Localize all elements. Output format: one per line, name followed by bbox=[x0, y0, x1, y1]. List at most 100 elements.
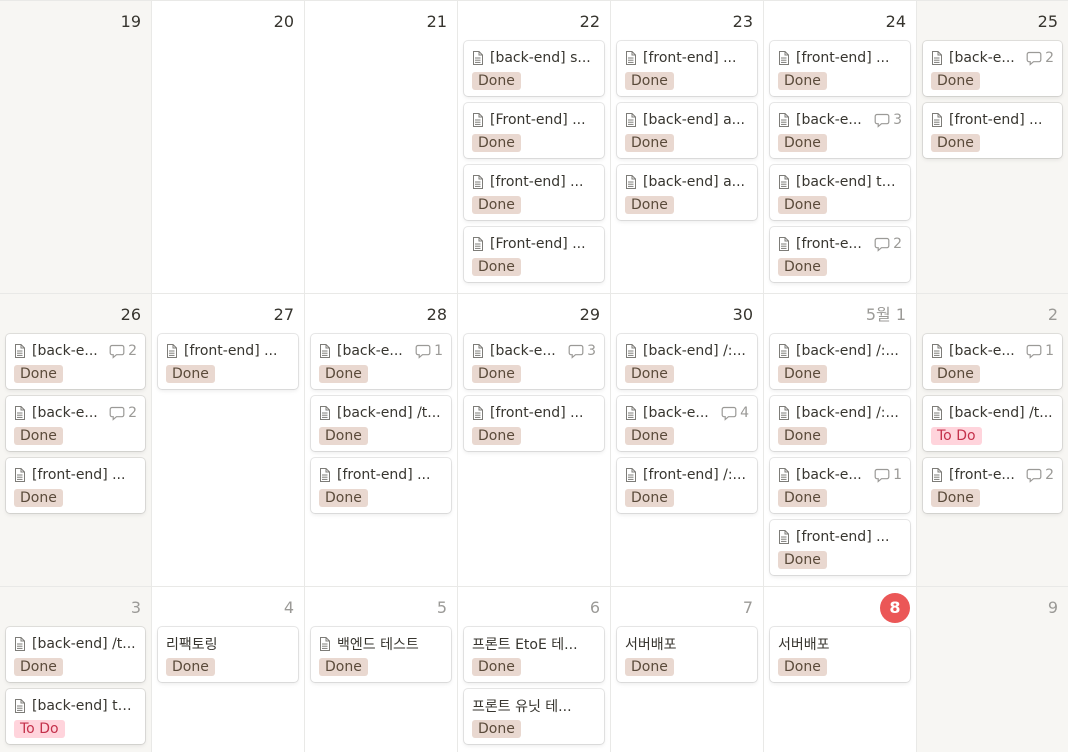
status-tag: Done bbox=[472, 658, 521, 676]
status-tag: Done bbox=[931, 72, 980, 90]
document-icon bbox=[778, 406, 789, 420]
task-card[interactable]: 프론트 EtoE 테... Done bbox=[464, 627, 604, 682]
task-card[interactable]: [front-end] ... Done bbox=[158, 334, 298, 389]
task-card[interactable]: [back-end] /t... Done bbox=[6, 627, 145, 682]
calendar-day-cell[interactable]: 28 [back-e... 1 Done [back-end] /t... Done [fr… bbox=[305, 294, 458, 587]
task-card[interactable]: [back-end] /:... Done bbox=[770, 334, 910, 389]
task-card[interactable]: [back-end] a... Done bbox=[617, 103, 757, 158]
task-title: [front-end] ... bbox=[643, 50, 737, 66]
task-card[interactable]: 서버배포 Done bbox=[617, 627, 757, 682]
task-card[interactable]: 서버배포 Done bbox=[770, 627, 910, 682]
task-card[interactable]: [back-end] s... Done bbox=[464, 41, 604, 96]
task-title: [back-e... bbox=[337, 343, 403, 359]
task-card[interactable]: 리팩토링 Done bbox=[158, 627, 298, 682]
document-icon bbox=[14, 699, 25, 713]
day-number: 28 bbox=[426, 305, 447, 324]
task-card[interactable]: [front-e... 2 Done bbox=[923, 458, 1062, 513]
task-card[interactable]: [back-e... 1 Done bbox=[311, 334, 451, 389]
task-card[interactable]: [front-end] ... Done bbox=[311, 458, 451, 513]
task-card[interactable]: [front-end] ... Done bbox=[770, 520, 910, 575]
calendar-day-cell[interactable]: 20 bbox=[152, 1, 305, 294]
task-card[interactable]: 프론트 유닛 테... Done bbox=[464, 689, 604, 744]
status-tag: Done bbox=[625, 196, 674, 214]
task-card[interactable]: [back-e... 3 Done bbox=[464, 334, 604, 389]
task-card-header: [back-e... 2 bbox=[14, 402, 137, 424]
task-card[interactable]: [back-e... 2 Done bbox=[6, 334, 145, 389]
calendar-day-cell[interactable]: 7 서버배포 Done bbox=[611, 587, 764, 752]
calendar-day-cell[interactable]: 19 bbox=[0, 1, 152, 294]
calendar-day-cell[interactable]: 29 [back-e... 3 Done [front-end] ... Done bbox=[458, 294, 611, 587]
document-icon bbox=[625, 468, 636, 482]
status-tag: Done bbox=[625, 365, 674, 383]
task-card[interactable]: [back-end] te... To Do bbox=[6, 689, 145, 744]
calendar-day-cell[interactable]: 25 [back-e... 2 Done [front-end] ... Done bbox=[917, 1, 1068, 294]
task-title: [back-end] /:... bbox=[796, 343, 899, 359]
task-card-header: [front-end] ... bbox=[625, 47, 749, 69]
task-card[interactable]: 백엔드 테스트 Done bbox=[311, 627, 451, 682]
task-card[interactable]: [front-end] ... Done bbox=[923, 103, 1062, 158]
task-card[interactable]: [back-end] a... Done bbox=[617, 165, 757, 220]
calendar-day-cell[interactable]: 24 [front-end] ... Done [back-e... 3 Done [bac… bbox=[764, 1, 917, 294]
task-card-header: [back-e... 3 bbox=[778, 109, 902, 131]
calendar-day-cell[interactable]: 23 [front-end] ... Done [back-end] a... Done… bbox=[611, 1, 764, 294]
status-tag: Done bbox=[472, 134, 521, 152]
status-tag: Done bbox=[625, 134, 674, 152]
calendar-day-cell[interactable]: 9 bbox=[917, 587, 1068, 752]
status-tag: Done bbox=[778, 72, 827, 90]
task-card[interactable]: [back-e... 4 Done bbox=[617, 396, 757, 451]
task-card[interactable]: [back-end] /t... Done bbox=[311, 396, 451, 451]
calendar-day-cell[interactable]: 22 [back-end] s... Done [Front-end] ... Done… bbox=[458, 1, 611, 294]
calendar-day-cell[interactable]: 8 서버배포 Done bbox=[764, 587, 917, 752]
calendar-day-cell[interactable]: 26 [back-e... 2 Done [back-e... 2 Done [front-e… bbox=[0, 294, 152, 587]
task-title: [back-e... bbox=[949, 50, 1015, 66]
document-icon bbox=[931, 113, 942, 127]
day-card-list: [back-e... 1 Done [back-end] /t... Done [fron… bbox=[311, 334, 451, 520]
status-tag: To Do bbox=[931, 427, 982, 445]
comment-count: 4 bbox=[721, 405, 749, 421]
task-card[interactable]: [back-end] /t... To Do bbox=[923, 396, 1062, 451]
status-tag: Done bbox=[14, 365, 63, 383]
calendar-day-cell[interactable]: 2 [back-e... 1 Done [back-end] /t... To Do [fr… bbox=[917, 294, 1068, 587]
comment-icon bbox=[1026, 51, 1045, 66]
calendar-day-cell[interactable]: 30 [back-end] /:... Done [back-e... 4 Done [fr… bbox=[611, 294, 764, 587]
calendar-day-cell[interactable]: 27 [front-end] ... Done bbox=[152, 294, 305, 587]
task-title: [front-e... bbox=[949, 467, 1015, 483]
status-tag: Done bbox=[778, 134, 827, 152]
task-card[interactable]: [Front-end] ... Done bbox=[464, 103, 604, 158]
task-card[interactable]: [back-end] /:... Done bbox=[617, 334, 757, 389]
task-title: [back-end] a... bbox=[643, 174, 745, 190]
comment-count-value: 3 bbox=[587, 343, 596, 359]
calendar-day-cell[interactable]: 21 bbox=[305, 1, 458, 294]
task-card-header: [front-end] ... bbox=[166, 340, 290, 362]
calendar-day-cell[interactable]: 3 [back-end] /t... Done [back-end] te... To … bbox=[0, 587, 152, 752]
status-tag: Done bbox=[14, 427, 63, 445]
calendar-day-cell[interactable]: 4 리팩토링 Done bbox=[152, 587, 305, 752]
calendar-day-cell[interactable]: 5월 1 [back-end] /:... Done [back-end] /:...… bbox=[764, 294, 917, 587]
task-card[interactable]: [front-end] ... Done bbox=[6, 458, 145, 513]
task-card-header: [front-end] ... bbox=[472, 171, 596, 193]
comment-count-value: 3 bbox=[893, 112, 902, 128]
task-card[interactable]: [front-end] /:... Done bbox=[617, 458, 757, 513]
task-card[interactable]: [back-e... 2 Done bbox=[923, 41, 1062, 96]
task-card[interactable]: [front-end] ... Done bbox=[464, 165, 604, 220]
task-card[interactable]: [front-end] ... Done bbox=[464, 396, 604, 451]
task-card[interactable]: [front-e... 2 Done bbox=[770, 227, 910, 282]
task-card[interactable]: [back-e... 1 Done bbox=[923, 334, 1062, 389]
task-card[interactable]: [back-end] /:... Done bbox=[770, 396, 910, 451]
task-card[interactable]: [front-end] ... Done bbox=[770, 41, 910, 96]
calendar-day-cell[interactable]: 6 프론트 EtoE 테... Done 프론트 유닛 테... Done bbox=[458, 587, 611, 752]
status-tag: Done bbox=[319, 427, 368, 445]
task-card[interactable]: [Front-end] ... Done bbox=[464, 227, 604, 282]
comment-count: 2 bbox=[109, 405, 137, 421]
task-card-header: [back-e... 1 bbox=[931, 340, 1054, 362]
task-card[interactable]: [back-end] te... Done bbox=[770, 165, 910, 220]
task-card[interactable]: [back-e... 2 Done bbox=[6, 396, 145, 451]
task-card[interactable]: [back-e... 1 Done bbox=[770, 458, 910, 513]
calendar-day-cell[interactable]: 5 백엔드 테스트 Done bbox=[305, 587, 458, 752]
day-number: 3 bbox=[130, 598, 141, 617]
comment-count: 2 bbox=[109, 343, 137, 359]
document-icon bbox=[931, 51, 942, 65]
task-card[interactable]: [front-end] ... Done bbox=[617, 41, 757, 96]
task-card[interactable]: [back-e... 3 Done bbox=[770, 103, 910, 158]
comment-icon bbox=[415, 344, 434, 359]
